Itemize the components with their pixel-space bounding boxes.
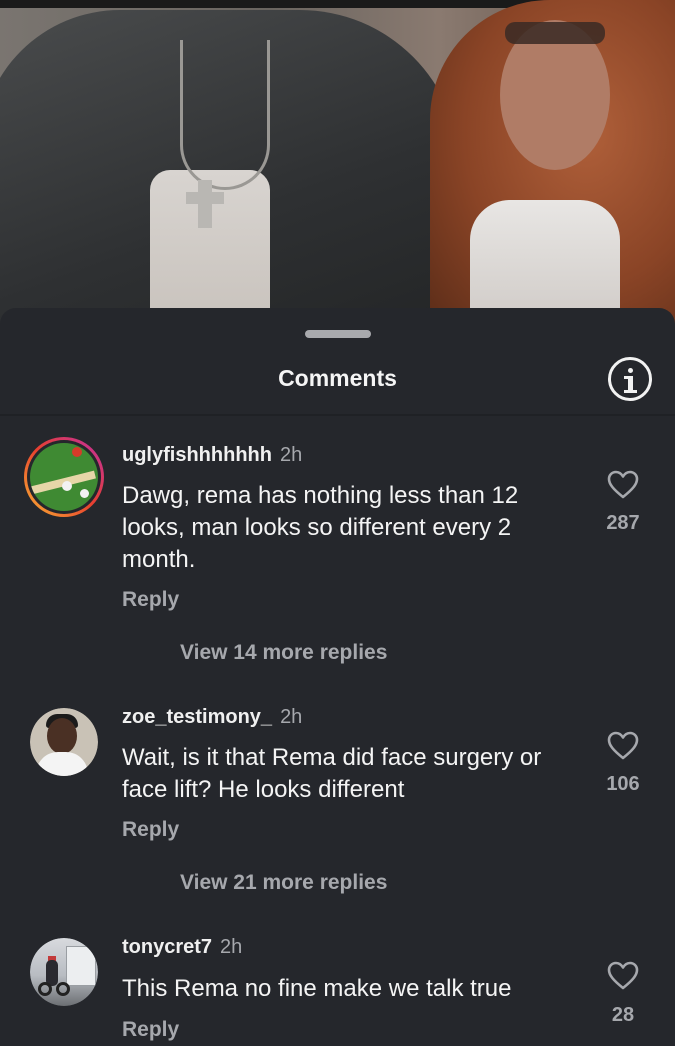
heart-icon[interactable] bbox=[600, 961, 646, 991]
info-icon[interactable] bbox=[608, 357, 652, 401]
avatar[interactable] bbox=[24, 437, 104, 517]
avatar[interactable] bbox=[30, 708, 98, 776]
video-cross-pendant bbox=[198, 180, 212, 228]
like-count: 106 bbox=[606, 773, 640, 795]
reply-button[interactable]: Reply bbox=[122, 818, 179, 842]
comment-text: This Rema no fine make we talk true bbox=[122, 975, 512, 1002]
reply-button[interactable]: Reply bbox=[122, 588, 179, 612]
heart-icon[interactable] bbox=[600, 470, 646, 500]
avatar[interactable] bbox=[30, 938, 98, 1006]
username-text[interactable]: tonycret7 bbox=[122, 936, 212, 958]
username-text[interactable]: zoe_testimony_ bbox=[122, 706, 272, 728]
view-more-replies-button[interactable]: View 14 more replies bbox=[180, 641, 387, 665]
reply-button[interactable]: Reply bbox=[122, 1018, 179, 1042]
username-text[interactable]: uglyfishhhhhhh bbox=[122, 444, 272, 466]
comment-text: Wait, is it that Rema did face surgery o… bbox=[122, 744, 542, 803]
video-sunglasses bbox=[505, 22, 605, 44]
like-count: 287 bbox=[606, 512, 640, 534]
comment-time: 2h bbox=[220, 936, 243, 958]
drag-handle[interactable] bbox=[305, 330, 371, 338]
like-count: 28 bbox=[611, 1004, 635, 1026]
sheet-title: Comments bbox=[278, 365, 397, 391]
comments-sheet: Comments uglyfishhhhhhh 2h Dawg, rema has… bbox=[0, 308, 675, 1046]
comment-text: Dawg, rema has nothing less than 12 look… bbox=[122, 482, 519, 573]
comment-username[interactable]: tonycret7 2h bbox=[122, 936, 242, 959]
video-cross-pendant-bar bbox=[186, 192, 224, 204]
comment-username[interactable]: zoe_testimony_ 2h bbox=[122, 706, 302, 729]
header-divider bbox=[0, 414, 675, 416]
video-chain bbox=[180, 40, 270, 190]
comment-username[interactable]: uglyfishhhhhhh 2h bbox=[122, 444, 302, 467]
heart-icon[interactable] bbox=[600, 731, 646, 761]
comment-time: 2h bbox=[279, 444, 303, 466]
video-background[interactable] bbox=[0, 0, 675, 330]
view-more-replies-button[interactable]: View 21 more replies bbox=[180, 871, 387, 895]
comment-time: 2h bbox=[280, 706, 303, 728]
